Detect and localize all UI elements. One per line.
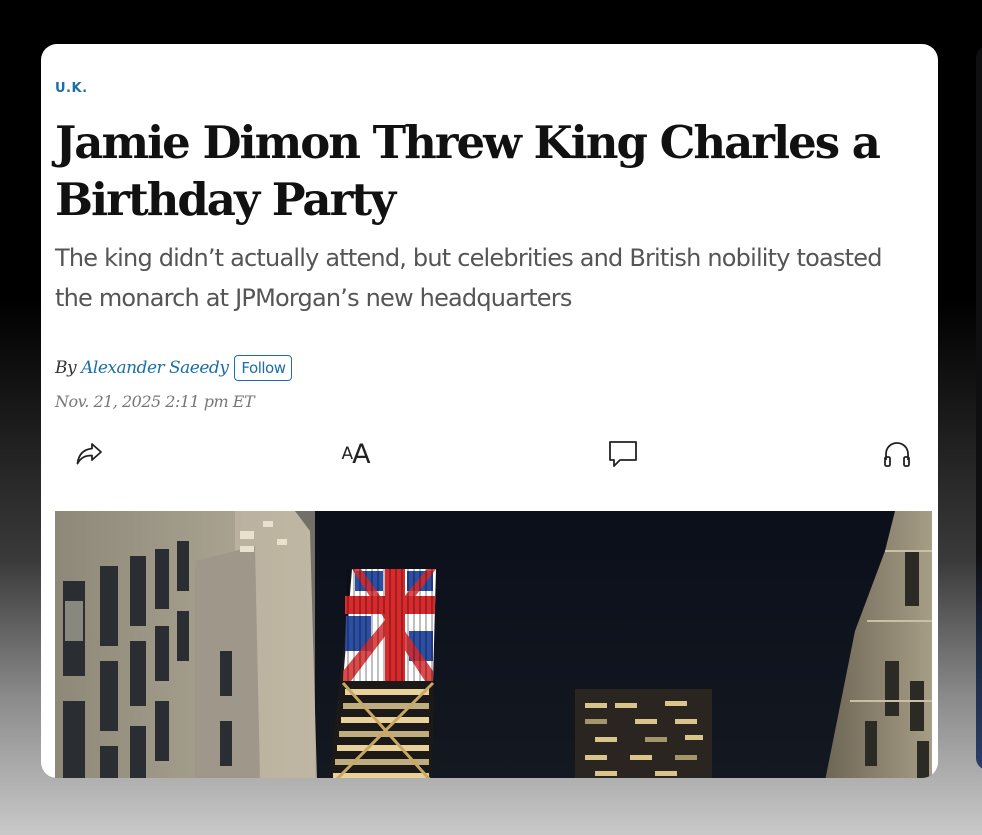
article-card: U.K. Jamie Dimon Threw King Charles a Bi… — [41, 44, 938, 778]
next-card-peek[interactable] — [976, 46, 982, 770]
publish-timestamp: Nov. 21, 2025 2:11 pm ET — [55, 392, 255, 411]
author-link[interactable]: Alexander Saeedy — [81, 358, 229, 378]
headphones-icon — [881, 438, 913, 470]
listen-button[interactable] — [877, 434, 917, 474]
headline: Jamie Dimon Threw King Charles a Birthda… — [55, 116, 881, 226]
byline-prefix: By — [55, 358, 77, 378]
article-dek: The king didn’t actually attend, but cel… — [55, 244, 882, 312]
share-button[interactable] — [69, 434, 109, 474]
section-label[interactable]: U.K. — [55, 81, 88, 96]
comment-icon — [607, 439, 639, 469]
hero-image[interactable] — [55, 511, 932, 778]
follow-button[interactable]: Follow — [234, 355, 293, 381]
comments-button[interactable] — [603, 434, 643, 474]
text-size-button[interactable]: A A — [336, 434, 376, 474]
text-size-large-glyph: A — [352, 438, 371, 470]
byline: By Alexander Saeedy Follow — [55, 355, 293, 381]
share-icon — [73, 440, 105, 468]
